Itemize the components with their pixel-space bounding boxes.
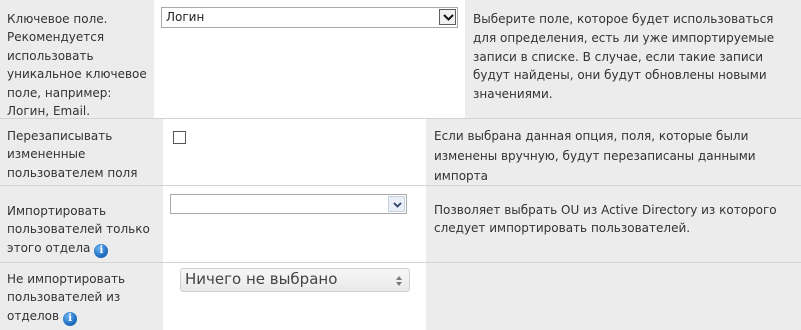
info-icon[interactable]: i — [94, 243, 109, 258]
info-icon[interactable]: i — [63, 311, 78, 326]
chevron-down-icon[interactable] — [388, 196, 405, 212]
key-field-label: Ключевое поле. Рекомендуется использоват… — [7, 12, 147, 119]
chevron-down-icon[interactable] — [439, 9, 456, 25]
overwrite-label: Перезаписывать измененные пользователем … — [7, 129, 138, 180]
exclude-ou-multiselect[interactable]: Ничего не выбрано — [180, 268, 410, 292]
overwrite-checkbox[interactable] — [173, 131, 186, 144]
overwrite-description: Если выбрана данная опция, поля, которые… — [434, 129, 756, 183]
import-ou-label: Импортировать пользователей только этого… — [7, 202, 157, 258]
exclude-ou-value: Ничего не выбрано — [185, 270, 338, 288]
exclude-ou-label: Не импортировать пользователей из отдело… — [7, 270, 157, 326]
import-ou-description: Позволяет выбрать OU из Active Directory… — [434, 203, 777, 236]
import-ou-select[interactable] — [170, 194, 407, 214]
key-field-value: Логин — [166, 10, 205, 24]
key-field-description: Выберите поле, которое будет использоват… — [473, 12, 775, 102]
row-2-control-cell — [163, 119, 426, 185]
import-ou-label-text: Импортировать пользователей только этого… — [7, 204, 150, 255]
sort-arrows-icon — [396, 275, 402, 289]
key-field-select[interactable]: Логин — [161, 7, 458, 28]
